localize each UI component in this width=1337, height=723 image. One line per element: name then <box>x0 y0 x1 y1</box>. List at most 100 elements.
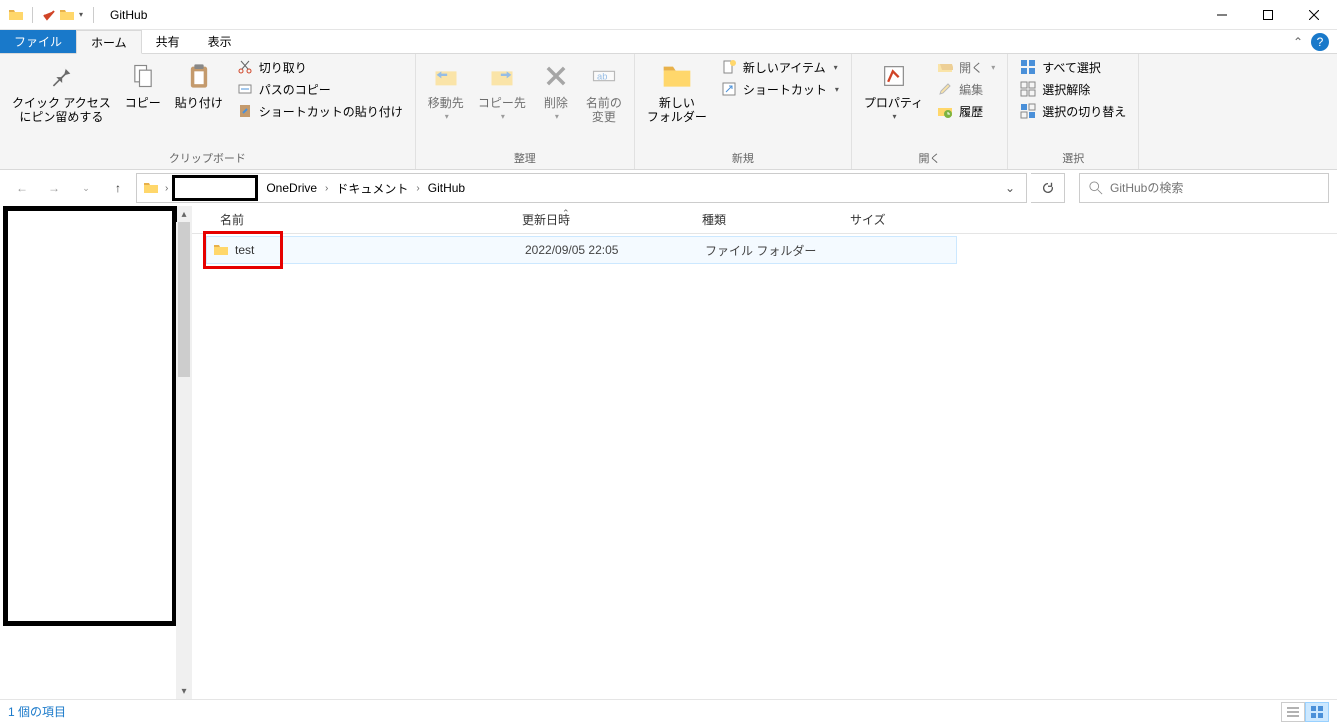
nav-up-button[interactable]: ↑ <box>104 174 132 202</box>
delete-button[interactable]: 削除 ▾ <box>534 56 578 126</box>
chevron-down-icon: ▾ <box>834 63 838 72</box>
delete-icon <box>540 60 572 92</box>
address-dropdown-button[interactable]: ⌄ <box>996 174 1024 202</box>
paste-label: 貼り付け <box>175 96 223 110</box>
select-none-label: 選択解除 <box>1042 81 1090 98</box>
chevron-down-icon: ▾ <box>445 112 449 122</box>
search-input[interactable] <box>1110 181 1320 195</box>
new-shortcut-button[interactable]: ショートカット ▾ <box>715 78 845 100</box>
history-label: 履歴 <box>959 103 983 120</box>
group-label-new: 新規 <box>641 148 845 169</box>
list-item[interactable]: test 2022/09/05 22:05 ファイル フォルダー <box>206 236 957 264</box>
cut-button[interactable]: 切り取り <box>231 56 409 78</box>
copy-to-label: コピー先 <box>478 96 526 110</box>
search-icon <box>1088 180 1104 196</box>
copy-path-icon <box>237 81 253 97</box>
nav-recent-dropdown[interactable]: ⌄ <box>72 174 100 202</box>
move-to-button[interactable]: 移動先 ▾ <box>422 56 470 126</box>
properties-button[interactable]: プロパティ ▾ <box>858 56 929 126</box>
properties-icon <box>878 60 910 92</box>
paste-shortcut-button[interactable]: ショートカットの貼り付け <box>231 100 409 122</box>
invert-selection-button[interactable]: 選択の切り替え <box>1014 100 1132 122</box>
help-icon[interactable]: ? <box>1311 33 1329 51</box>
open-label: 開く <box>959 59 983 76</box>
copy-path-button[interactable]: パスのコピー <box>231 78 409 100</box>
ribbon-group-new: 新しい フォルダー 新しいアイテム ▾ ショートカット ▾ 新規 <box>635 54 852 169</box>
search-box[interactable] <box>1079 173 1329 203</box>
rename-label: 名前の 変更 <box>586 96 622 125</box>
column-header-size[interactable]: サイズ <box>842 206 938 233</box>
scroll-track[interactable] <box>176 222 192 683</box>
tab-home[interactable]: ホーム <box>76 30 142 54</box>
select-all-label: すべて選択 <box>1042 59 1101 76</box>
copy-to-button[interactable]: コピー先 ▾ <box>472 56 532 126</box>
column-header-name[interactable]: 名前 <box>192 206 514 233</box>
open-button[interactable]: 開く ▾ <box>931 56 1001 78</box>
nav-scrollbar[interactable]: ▴ ▾ <box>176 206 192 699</box>
qat-folder-icon[interactable] <box>59 7 75 23</box>
view-icons-button[interactable] <box>1305 702 1329 722</box>
ribbon-group-clipboard: クイック アクセス にピン留めする コピー 貼り付け 切り取り パスのコピー <box>0 54 416 169</box>
breadcrumb-onedrive[interactable]: OneDrive <box>260 174 323 202</box>
chevron-right-icon[interactable]: › <box>163 183 170 194</box>
file-list-pane[interactable]: ⌃ 名前 更新日時 種類 サイズ test 2022/09/05 22:05 フ… <box>192 206 1337 699</box>
history-button[interactable]: 履歴 <box>931 100 1001 122</box>
scroll-up-icon[interactable]: ▴ <box>176 206 192 222</box>
navigation-pane[interactable]: ▴ ▾ <box>0 206 192 699</box>
qat-properties-icon[interactable] <box>41 7 57 23</box>
history-icon <box>937 103 953 119</box>
group-label-open: 開く <box>858 148 1001 169</box>
shortcut-icon <box>721 81 737 97</box>
copy-button[interactable]: コピー <box>119 56 167 114</box>
select-all-icon <box>1020 59 1036 75</box>
move-to-icon <box>430 60 462 92</box>
view-details-button[interactable] <box>1281 702 1305 722</box>
title-bar: ▾ GitHub <box>0 0 1337 30</box>
item-date: 2022/09/05 22:05 <box>517 243 697 257</box>
edit-button[interactable]: 編集 <box>931 78 1001 100</box>
breadcrumb-documents[interactable]: ドキュメント <box>330 174 414 202</box>
cut-label: 切り取り <box>259 59 307 76</box>
maximize-button[interactable] <box>1245 0 1291 30</box>
address-bar[interactable]: › OneDrive › ドキュメント › GitHub ⌄ <box>136 173 1027 203</box>
qat-dropdown-icon[interactable]: ▾ <box>77 10 85 19</box>
ribbon-collapse-icon[interactable]: ⌃ <box>1293 35 1303 49</box>
rename-button[interactable]: ab 名前の 変更 <box>580 56 628 129</box>
new-item-button[interactable]: 新しいアイテム ▾ <box>715 56 845 78</box>
tab-view[interactable]: 表示 <box>194 30 246 53</box>
column-header-date[interactable]: 更新日時 <box>514 206 694 233</box>
close-button[interactable] <box>1291 0 1337 30</box>
app-folder-icon <box>8 7 24 23</box>
select-none-button[interactable]: 選択解除 <box>1014 78 1132 100</box>
select-none-icon <box>1020 81 1036 97</box>
new-folder-button[interactable]: 新しい フォルダー <box>641 56 713 129</box>
scroll-thumb[interactable] <box>178 222 190 377</box>
copy-icon <box>127 60 159 92</box>
breadcrumb-github[interactable]: GitHub <box>422 174 471 202</box>
tab-share[interactable]: 共有 <box>142 30 194 53</box>
invert-selection-label: 選択の切り替え <box>1042 103 1126 120</box>
scroll-down-icon[interactable]: ▾ <box>176 683 192 699</box>
nav-back-button[interactable]: ← <box>8 174 36 202</box>
tab-file[interactable]: ファイル <box>0 30 76 53</box>
cut-icon <box>237 59 253 75</box>
redacted-segment <box>172 175 258 201</box>
minimize-button[interactable] <box>1199 0 1245 30</box>
list-header: ⌃ 名前 更新日時 種類 サイズ <box>192 206 1337 234</box>
copy-label: コピー <box>125 96 161 110</box>
properties-label: プロパティ <box>864 96 923 110</box>
paste-shortcut-icon <box>237 103 253 119</box>
chevron-down-icon: ▾ <box>835 85 839 94</box>
select-all-button[interactable]: すべて選択 <box>1014 56 1132 78</box>
paste-button[interactable]: 貼り付け <box>169 56 229 114</box>
chevron-down-icon: ▾ <box>555 112 559 122</box>
column-header-type[interactable]: 種類 <box>694 206 842 233</box>
nav-forward-button[interactable]: → <box>40 174 68 202</box>
delete-label: 削除 <box>544 96 568 110</box>
chevron-right-icon[interactable]: › <box>323 183 330 194</box>
pin-quick-access-button[interactable]: クイック アクセス にピン留めする <box>6 56 117 129</box>
refresh-button[interactable] <box>1031 173 1065 203</box>
invert-selection-icon <box>1020 103 1036 119</box>
move-to-label: 移動先 <box>428 96 464 110</box>
chevron-right-icon[interactable]: › <box>414 183 421 194</box>
